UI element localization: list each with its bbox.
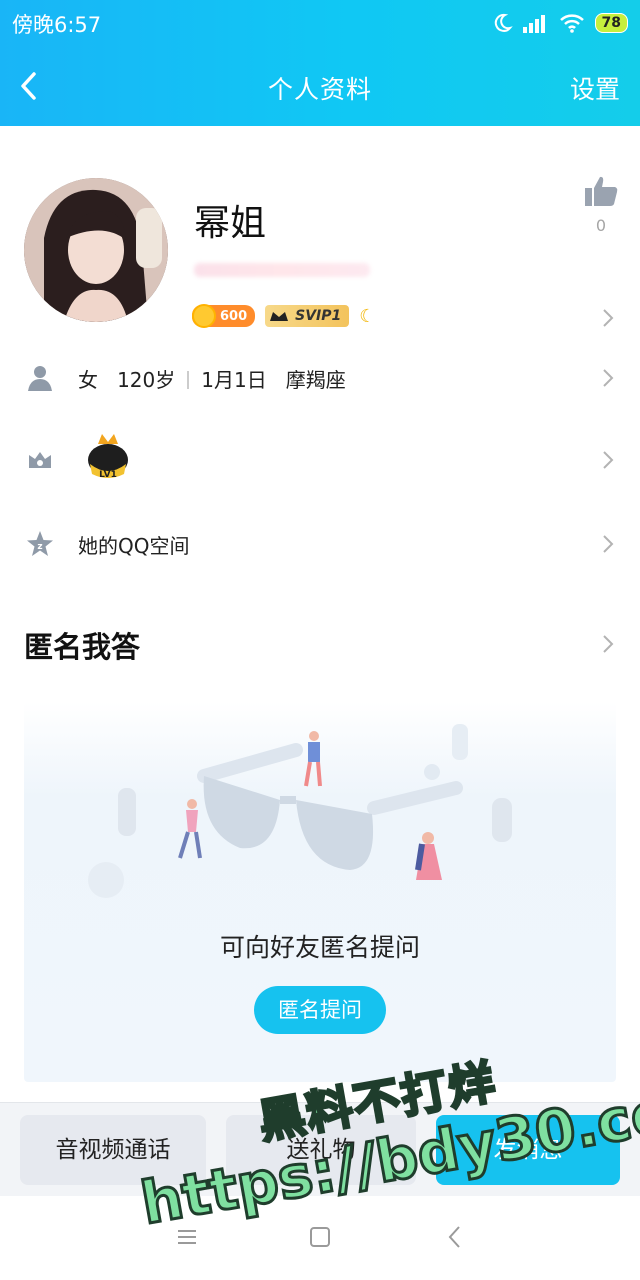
- profile-name: 幂姐: [194, 203, 267, 244]
- avatar-portrait: [24, 178, 168, 322]
- divider: [187, 371, 190, 389]
- star-icon: z: [27, 531, 53, 556]
- moon-icon: [494, 13, 513, 32]
- page-title: 个人资料: [267, 75, 372, 104]
- moon-level-icon: ☾: [359, 305, 376, 327]
- age-text: 120岁: [117, 368, 176, 392]
- bottom-action-bar: 音视频通话 送礼物 发消息: [0, 1102, 640, 1196]
- anon-qa-prompt: 可向好友匿名提问: [219, 933, 420, 962]
- nav-bar: 个人资料 设置: [0, 58, 640, 114]
- coin-badge: 600: [192, 304, 256, 328]
- like-button[interactable]: 0: [582, 174, 620, 235]
- send-gift-button[interactable]: 送礼物: [226, 1115, 416, 1185]
- status-time: 傍晚6:57: [12, 13, 102, 37]
- coin-icon: [192, 304, 216, 328]
- thumbs-up-icon: [585, 176, 618, 206]
- settings-button[interactable]: 设置: [570, 70, 620, 106]
- av-call-button[interactable]: 音视频通话: [20, 1115, 206, 1185]
- svg-text:z: z: [37, 542, 42, 552]
- status-bar: 傍晚6:57 78: [0, 0, 640, 46]
- anon-ask-button[interactable]: 匿名提问: [254, 986, 386, 1034]
- send-message-button[interactable]: 发消息: [436, 1115, 620, 1185]
- header: 傍晚6:57 78 个人资料 设置: [0, 0, 640, 126]
- glasses-illustration: [88, 724, 512, 898]
- battery-badge: 78: [594, 13, 628, 33]
- person-icon: [28, 366, 52, 391]
- anon-qa-card: 可向好友匿名提问 匿名提问: [24, 702, 616, 1082]
- chevron-right-icon[interactable]: [602, 634, 614, 654]
- anon-qa-title[interactable]: 匿名我答: [24, 624, 140, 666]
- signal-icon: [522, 15, 545, 33]
- basic-info-text: 女 120岁 1月1日 摩羯座: [78, 364, 346, 393]
- system-nav-bar: [0, 1196, 640, 1280]
- chevron-right-icon[interactable]: [602, 308, 614, 328]
- svip-label: SVIP1: [295, 308, 342, 324]
- chevron-right-icon: [603, 535, 614, 553]
- blurred-signature: [194, 263, 370, 277]
- status-icons: 78: [491, 9, 628, 37]
- level-badge-text: LV1: [99, 470, 117, 480]
- crown-icon: [270, 312, 289, 321]
- coin-count: 600: [220, 308, 248, 324]
- birthday-text: 1月1日: [201, 368, 267, 392]
- menu-icon[interactable]: [172, 1222, 202, 1252]
- qzone-text: 她的QQ空间: [78, 534, 190, 558]
- like-count: 0: [595, 216, 607, 235]
- wifi-icon: [559, 14, 584, 33]
- qzone-row[interactable]: z 她的QQ空间: [0, 520, 640, 568]
- zodiac-text: 摩羯座: [285, 368, 346, 392]
- gender-text: 女: [78, 368, 98, 392]
- level-row[interactable]: LV1: [0, 434, 640, 484]
- svip-badge: SVIP1: [265, 305, 350, 327]
- level-badge-icon: LV1: [88, 434, 128, 480]
- back-nav-icon[interactable]: [440, 1222, 470, 1252]
- basic-info-row[interactable]: 女 120岁 1月1日 摩羯座: [0, 354, 640, 402]
- chevron-right-icon: [603, 451, 614, 469]
- chevron-right-icon: [603, 369, 614, 387]
- home-icon[interactable]: [305, 1222, 335, 1252]
- avatar[interactable]: [24, 178, 168, 322]
- crown-outline-icon: [29, 452, 51, 468]
- badge-row[interactable]: 600 SVIP1 ☾: [192, 304, 376, 328]
